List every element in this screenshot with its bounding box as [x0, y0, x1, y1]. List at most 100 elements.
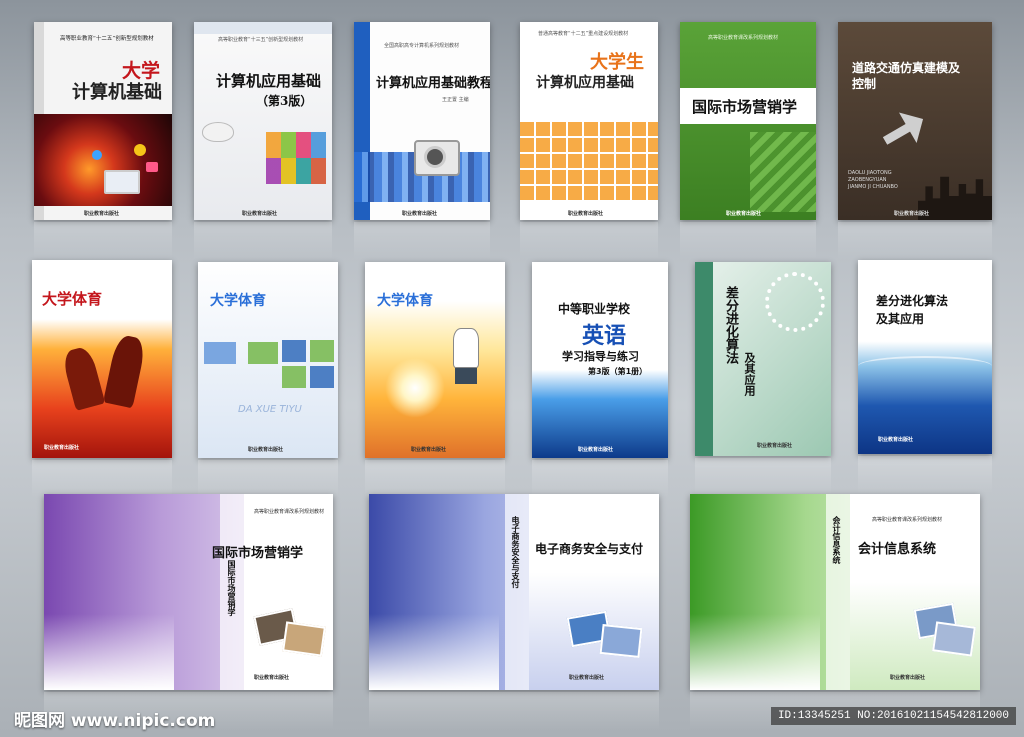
back-cover-fade — [369, 614, 499, 690]
photo-tile — [310, 366, 334, 388]
publisher: 职业教育出版社 — [569, 675, 605, 681]
photo-stack — [932, 621, 976, 657]
app-icon — [146, 162, 158, 172]
city-skyline — [918, 176, 992, 220]
book-edition: （第3版） — [256, 94, 313, 108]
reflection — [838, 222, 992, 260]
mouse-icon — [202, 122, 234, 142]
sun-burst — [385, 358, 445, 418]
publisher: 职业教育出版社 — [402, 211, 438, 217]
reflection — [32, 460, 172, 498]
publisher: 职业教育出版社 — [890, 675, 926, 681]
book-cover-college-computer[interactable]: 普通高等教育“十二五”重点建设规划教材 大学生 计算机应用基础 职业教育出版社 — [520, 22, 658, 220]
photo-tile — [282, 340, 306, 362]
book-title: 大学体育 — [377, 293, 433, 309]
book-cover-differential-evolution-1[interactable]: 差分进化算法 及其应用 职业教育出版社 — [695, 262, 831, 456]
reflection — [369, 692, 659, 730]
book-cover-accounting-wide[interactable]: 高等职业教育课改系列规划教材 会计信息系统 会计信息系统 职业教育出版社 — [690, 494, 980, 690]
reflection — [532, 460, 668, 498]
publisher: 职业教育出版社 — [578, 447, 614, 453]
pinyin: ZAOBENGYUAN — [848, 177, 887, 183]
book-cover-college-pe-3[interactable]: 大学体育 职业教育出版社 — [365, 262, 505, 458]
watermark-logo[interactable]: 昵图网 www.nipic.com — [14, 706, 215, 731]
publisher: 职业教育出版社 — [411, 447, 447, 453]
cube-grid — [266, 158, 326, 184]
image-id-label: ID:13345251 NO:20161021154542812000 — [770, 707, 1016, 725]
series-text: 普通高等教育“十二五”重点建设规划教材 — [538, 31, 629, 37]
reflection — [194, 222, 332, 260]
circle-pattern — [765, 272, 825, 332]
wave-lines — [858, 356, 992, 376]
app-icon — [92, 150, 102, 160]
reflection — [695, 458, 831, 496]
photo-stack — [282, 621, 326, 657]
publisher: 职业教育出版社 — [44, 445, 80, 451]
book-subtitle: 学习指导与练习 — [562, 350, 639, 363]
series-text: 全国高职高专计算机系列规划教材 — [384, 43, 460, 49]
book-title: 国际市场营销学 — [212, 546, 304, 561]
book-edition: 第3版（第1册） — [588, 367, 648, 376]
series-text: 高等职业教育“十二五”创新型规划教材 — [60, 36, 154, 42]
pinyin: JIANMO JI CHUANBO — [848, 184, 898, 190]
book-cover-traffic-simulation[interactable]: 道路交通仿真建模及控制 DAOLU JIAOTONG ZAOBENGYUAN J… — [838, 22, 992, 220]
photo-stack — [599, 623, 643, 659]
runner-shorts — [455, 368, 477, 384]
series-text: 高等职业教育课改系列规划教材 — [872, 517, 943, 523]
book-cover-college-pe-2[interactable]: 大学体育 DA XUE TIYU 职业教育出版社 — [198, 262, 338, 458]
publisher: 职业教育出版社 — [84, 211, 120, 217]
photo-tile — [248, 342, 278, 364]
book-cover-college-pe-1[interactable]: 大学体育 职业教育出版社 — [32, 260, 172, 458]
book-cover-computer-tutorial[interactable]: 全国高职高专计算机系列规划教材 计算机应用基础教程 王正置 主编 职业教育出版社 — [354, 22, 490, 220]
publisher: 职业教育出版社 — [726, 211, 762, 217]
tech-image — [34, 114, 172, 206]
book-cover-marketing-wide[interactable]: 高等职业教育课改系列规划教材 国际市场营销学 国际市场营销学 职业教育出版社 — [44, 494, 333, 690]
spine-band — [695, 262, 713, 456]
pinyin: DA XUE TIYU — [238, 404, 302, 415]
book-subtitle-vertical: 及其应用 — [743, 352, 756, 396]
reflection — [520, 222, 658, 260]
publisher: 职业教育出版社 — [878, 437, 914, 443]
photo-tile — [282, 366, 306, 388]
series-text: 高等职业教育课改系列规划教材 — [708, 35, 779, 41]
app-icon — [134, 144, 146, 156]
reflection — [858, 456, 992, 494]
front-cover — [529, 494, 659, 690]
book-title: 中等职业学校 — [558, 302, 631, 316]
spine-title: 国际市场营销学 — [227, 560, 237, 616]
book-title: 电子商务安全与支付 — [535, 542, 644, 556]
runner-figure — [453, 328, 479, 368]
reflection — [198, 460, 338, 498]
book-title: 大学生 — [590, 52, 644, 73]
series-text: 高等职业教育“十三五”创新型规划教材 — [218, 37, 304, 43]
series-text: 高等职业教育课改系列规划教材 — [254, 509, 325, 515]
reflection — [680, 222, 816, 260]
book-title: 会计信息系统 — [858, 542, 937, 557]
reflection — [354, 222, 490, 260]
pinyin: DAOLU JIAOTONG — [848, 170, 892, 176]
book-cover-differential-evolution-2[interactable]: 差分进化算法 及其应用 职业教育出版社 — [858, 260, 992, 454]
publisher: 职业教育出版社 — [757, 443, 793, 449]
book-title-vertical: 差分进化算法 — [723, 286, 738, 364]
building-image — [750, 132, 816, 212]
monitor-icon — [104, 170, 140, 194]
publisher: 职业教育出版社 — [248, 447, 284, 453]
athlete-silhouette — [60, 345, 106, 411]
reflection — [365, 460, 505, 498]
reflection — [34, 222, 172, 260]
photo-tile — [310, 340, 334, 362]
publisher: 职业教育出版社 — [568, 211, 604, 217]
arrow-graphic — [874, 100, 934, 160]
book-subtitle: 及其应用 — [876, 312, 925, 326]
publisher: 职业教育出版社 — [894, 211, 930, 217]
front-cover — [244, 494, 333, 690]
publisher: 职业教育出版社 — [242, 211, 278, 217]
book-title-line2: 计算机应用基础 — [536, 75, 634, 91]
book-title: 大学体育 — [210, 293, 266, 309]
book-cover-computer-application[interactable]: 高等职业教育“十三五”创新型规划教材 计算机应用基础 （第3版） 职业教育出版社 — [194, 22, 332, 220]
orange-grid-rows — [520, 122, 658, 202]
book-cover-international-marketing[interactable]: 高等职业教育课改系列规划教材 国际市场营销学 职业教育出版社 — [680, 22, 816, 220]
book-cover-ecommerce-wide[interactable]: 电子商务安全与支付 电子商务安全与支付 职业教育出版社 — [369, 494, 659, 690]
book-cover-english[interactable]: 中等职业学校 英语 学习指导与练习 第3版（第1册） 职业教育出版社 — [532, 262, 668, 458]
book-title: 国际市场营销学 — [692, 98, 798, 116]
book-cover-computer-basics[interactable]: 高等职业教育“十二五”创新型规划教材 大学 计算机基础 职业教育出版社 — [34, 22, 172, 220]
